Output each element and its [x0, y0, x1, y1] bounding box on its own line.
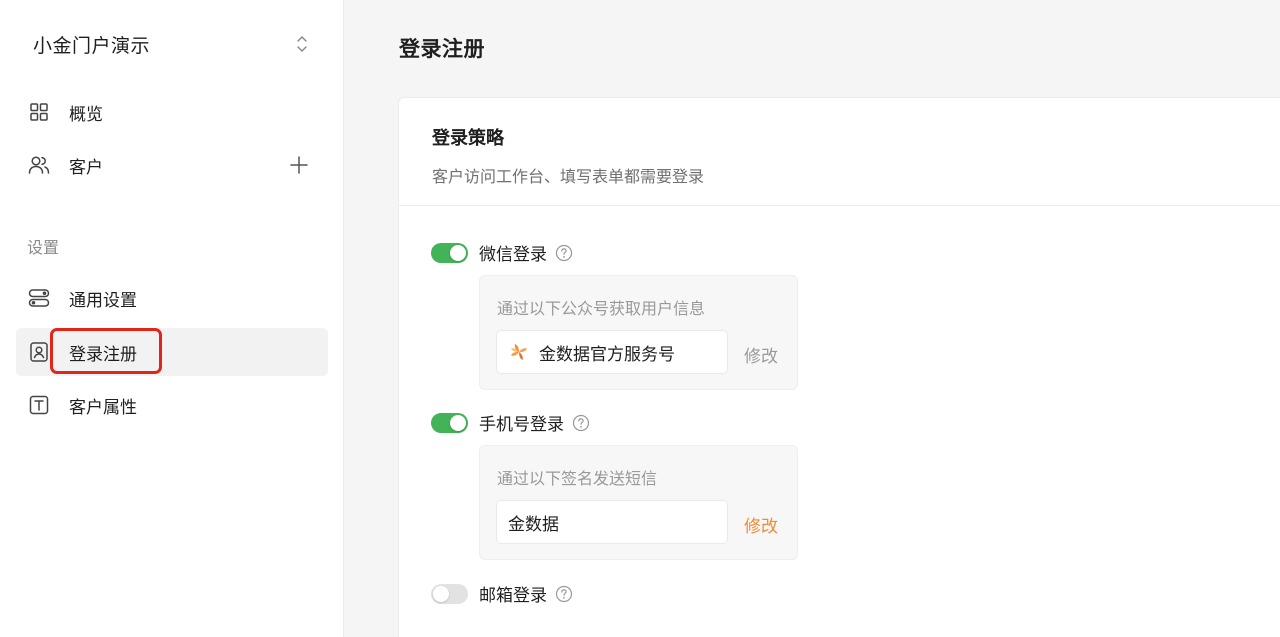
- phone-login-option: 手机号登录: [431, 410, 590, 435]
- wechat-hint: 通过以下公众号获取用户信息: [497, 299, 706, 318]
- toggle-knob: [450, 244, 466, 261]
- text-field-icon: [28, 394, 50, 416]
- wechat-login-label: 微信登录: [479, 245, 547, 265]
- phone-edit-button[interactable]: 修改: [744, 512, 778, 537]
- add-customer-button[interactable]: [288, 154, 310, 176]
- sms-signature-value: 金数据: [508, 514, 559, 535]
- phone-login-label: 手机号登录: [479, 415, 564, 435]
- card-title: 登录策略: [432, 128, 504, 149]
- login-badge-icon: [28, 341, 50, 363]
- sidebar-item-customer-attributes[interactable]: 客户属性: [16, 381, 328, 429]
- sidebar: 小金门户演示 概览 客户 设置 通用设置 登录注册 客户属性: [0, 0, 344, 637]
- settings-section-label: 设置: [27, 238, 60, 257]
- phone-hint: 通过以下签名发送短信: [497, 469, 658, 488]
- email-login-label: 邮箱登录: [479, 586, 547, 606]
- wechat-login-option: 微信登录: [431, 240, 573, 265]
- wechat-settings-panel: 通过以下公众号获取用户信息 金数据官方服务号 修改: [479, 275, 798, 390]
- users-icon: [28, 154, 50, 176]
- phone-settings-panel: 通过以下签名发送短信 金数据 修改: [479, 445, 798, 560]
- login-strategy-card: 登录策略 客户访问工作台、填写表单都需要登录 微信登录 通过以下公众号获取用户信…: [398, 97, 1280, 637]
- plus-icon: [290, 156, 308, 174]
- page-title: 登录注册: [399, 37, 485, 61]
- sidebar-item-label: 客户: [69, 157, 103, 178]
- toggles-icon: [28, 287, 50, 309]
- email-login-option: 邮箱登录: [431, 581, 573, 606]
- help-icon[interactable]: [555, 244, 573, 262]
- sidebar-item-label: 客户属性: [69, 397, 137, 418]
- portal-switcher[interactable]: 小金门户演示: [16, 20, 328, 68]
- wechat-login-toggle[interactable]: [431, 242, 468, 263]
- jinshuju-logo-icon: [511, 344, 527, 360]
- sidebar-item-login-register[interactable]: 登录注册: [16, 328, 328, 376]
- wechat-edit-button[interactable]: 修改: [744, 342, 778, 367]
- wechat-account-field: 金数据官方服务号: [496, 330, 728, 374]
- sidebar-item-label: 登录注册: [69, 344, 137, 365]
- sidebar-item-general-settings[interactable]: 通用设置: [16, 274, 328, 322]
- grid-icon: [28, 101, 50, 123]
- phone-login-toggle[interactable]: [431, 412, 468, 433]
- chevron-up-down-icon: [297, 36, 307, 52]
- sidebar-item-overview[interactable]: 概览: [16, 88, 328, 136]
- card-subtitle: 客户访问工作台、填写表单都需要登录: [432, 167, 705, 186]
- toggle-knob: [450, 414, 466, 431]
- sidebar-item-label: 通用设置: [69, 290, 137, 311]
- email-login-toggle[interactable]: [431, 583, 468, 604]
- wechat-account-name: 金数据官方服务号: [539, 344, 675, 365]
- card-header: 登录策略 客户访问工作台、填写表单都需要登录: [399, 98, 1280, 206]
- main-content: 登录注册 登录策略 客户访问工作台、填写表单都需要登录 微信登录 通过以下公众号…: [345, 0, 1280, 637]
- help-icon[interactable]: [555, 585, 573, 603]
- help-icon[interactable]: [572, 414, 590, 432]
- sidebar-item-label: 概览: [69, 104, 103, 125]
- sidebar-item-customers[interactable]: 客户: [16, 141, 328, 189]
- sms-signature-field: 金数据: [496, 500, 728, 544]
- portal-name: 小金门户演示: [33, 34, 151, 57]
- toggle-knob: [433, 585, 449, 602]
